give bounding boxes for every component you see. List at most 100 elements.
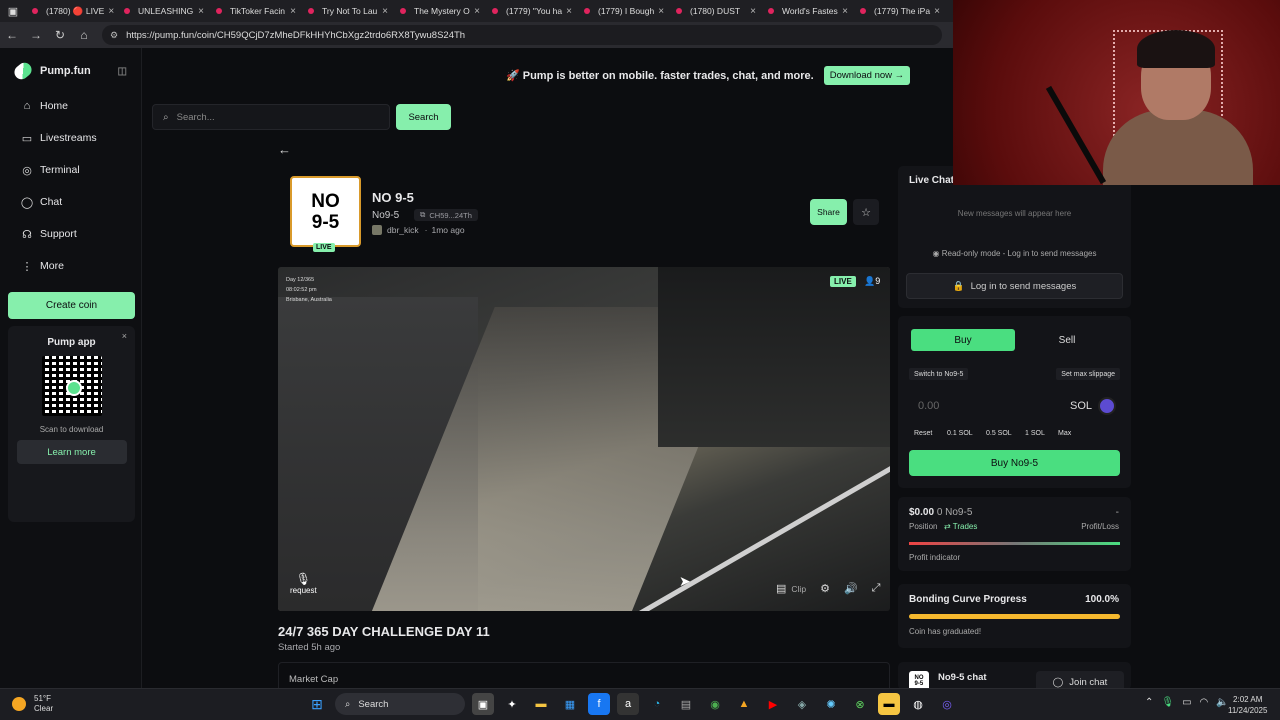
edge-icon[interactable]: ◔ bbox=[646, 693, 668, 715]
amazon-icon[interactable]: a bbox=[617, 693, 639, 715]
chrome-icon[interactable]: ◉ bbox=[704, 693, 726, 715]
sidebar-item-more[interactable]: ⋮ More bbox=[0, 250, 141, 282]
creator-name[interactable]: dbr_kick bbox=[387, 225, 419, 235]
browser-tab[interactable]: Try Not To Lau × bbox=[302, 0, 394, 22]
taskbar-search[interactable]: ⌕ Search bbox=[335, 693, 465, 715]
star-icon[interactable]: ☆ bbox=[853, 199, 879, 225]
position-label: Position bbox=[909, 522, 938, 531]
browser-tab[interactable]: (1780) DUST × bbox=[670, 0, 762, 22]
wifi-icon[interactable]: ◠ bbox=[1200, 697, 1209, 708]
store-icon[interactable]: ▦ bbox=[559, 693, 581, 715]
close-icon[interactable]: × bbox=[470, 6, 480, 17]
file-explorer-icon[interactable]: ▬ bbox=[530, 693, 552, 715]
collapse-sidebar-icon[interactable]: ◫ bbox=[118, 66, 127, 77]
display-icon[interactable]: ▭ bbox=[1182, 697, 1191, 708]
close-icon[interactable]: × bbox=[746, 6, 756, 17]
close-icon[interactable]: × bbox=[930, 6, 940, 17]
volume-icon[interactable]: 🔊 bbox=[844, 582, 858, 595]
preset-0.1-sol[interactable]: 0.1 SOL bbox=[947, 427, 973, 439]
login-to-chat-button[interactable]: 🔒 Log in to send messages bbox=[906, 273, 1123, 299]
back-arrow-icon[interactable]: ← bbox=[278, 142, 291, 157]
app-icon[interactable]: ✺ bbox=[820, 693, 842, 715]
obs-icon[interactable]: ◎ bbox=[936, 693, 958, 715]
request-button[interactable]: 🎙 request bbox=[290, 572, 317, 595]
close-icon[interactable]: × bbox=[286, 6, 296, 17]
window-menu-icon[interactable]: ▣ bbox=[0, 0, 26, 22]
youtube-icon[interactable]: ▶ bbox=[762, 693, 784, 715]
slippage-button[interactable]: Set max slippage bbox=[1056, 368, 1120, 380]
contract-address-copy[interactable]: ⧉ CH59...24Th bbox=[414, 209, 478, 221]
preset-reset[interactable]: Reset bbox=[914, 427, 932, 439]
reload-icon[interactable]: ↻ bbox=[48, 28, 72, 42]
browser-tab[interactable]: The Mystery O × bbox=[394, 0, 486, 22]
sidebar-item-support[interactable]: ☊ Support bbox=[0, 218, 141, 250]
preset-0.5-sol[interactable]: 0.5 SOL bbox=[986, 427, 1012, 439]
taskbar-clock[interactable]: 2:02 AM 11/24/2025 bbox=[1228, 694, 1267, 716]
microphone-icon[interactable]: 🎙 bbox=[1161, 697, 1174, 708]
amount-input[interactable]: 0.00 SOL bbox=[909, 394, 1120, 418]
copilot-icon[interactable]: ✦ bbox=[501, 693, 523, 715]
weather-widget[interactable]: 51°F Clear bbox=[12, 694, 53, 714]
forward-arrow-icon[interactable]: → bbox=[24, 28, 48, 42]
back-arrow-icon[interactable]: ← bbox=[0, 28, 24, 42]
sidebar-item-chat[interactable]: ◯ Chat bbox=[0, 186, 141, 218]
home-icon[interactable]: ⌂ bbox=[72, 28, 96, 42]
close-icon[interactable]: × bbox=[838, 6, 848, 17]
sidebar-item-terminal[interactable]: ◎ Terminal bbox=[0, 154, 141, 186]
user-icon: 👤 bbox=[864, 276, 876, 286]
chevron-up-icon[interactable]: ⌃ bbox=[1145, 697, 1153, 708]
preset-max[interactable]: Max bbox=[1058, 427, 1071, 439]
clip-button[interactable]: Clip bbox=[791, 584, 806, 594]
create-coin-button[interactable]: Create coin bbox=[8, 292, 135, 319]
windows-start-icon[interactable]: ⊞ bbox=[306, 693, 328, 715]
more-icon: ⋮ bbox=[21, 260, 33, 273]
sidebar-item-livestreams[interactable]: ▭ Livestreams bbox=[0, 122, 141, 154]
browser-tab[interactable]: UNLEASHING × bbox=[118, 0, 210, 22]
livestream-video[interactable]: Day 12/365 08:02:52 pm Brisbane, Austral… bbox=[278, 267, 890, 611]
url-input[interactable]: ⚙ https://pump.fun/coin/CH59QCjD7zMheDFkH… bbox=[102, 25, 942, 45]
browser-tab[interactable]: (1779) "You ha × bbox=[486, 0, 578, 22]
brand-logo[interactable]: Pump.fun ◫ bbox=[0, 48, 141, 83]
tab-sell[interactable]: Sell bbox=[1015, 329, 1119, 351]
close-icon[interactable]: × bbox=[194, 6, 204, 17]
close-icon[interactable]: × bbox=[562, 6, 572, 17]
preset-1-sol[interactable]: 1 SOL bbox=[1025, 427, 1045, 439]
vlc-icon[interactable]: ▲ bbox=[733, 693, 755, 715]
sidebar-item-home[interactable]: ⌂ Home bbox=[0, 90, 141, 122]
close-icon[interactable]: × bbox=[122, 331, 127, 341]
fullscreen-icon[interactable]: ⤢ bbox=[872, 582, 881, 595]
browser-tab[interactable]: (1779) I Bough × bbox=[578, 0, 670, 22]
bonding-curve-title: Bonding Curve Progress bbox=[909, 594, 1027, 605]
search-button[interactable]: Search bbox=[396, 104, 451, 130]
calculator-icon[interactable]: ▤ bbox=[675, 693, 697, 715]
close-icon[interactable]: × bbox=[378, 6, 388, 17]
facebook-icon[interactable]: f bbox=[588, 693, 610, 715]
volume-icon[interactable]: 🔈 bbox=[1216, 697, 1228, 708]
site-info-icon[interactable]: ⚙ bbox=[110, 30, 118, 41]
avatar[interactable] bbox=[372, 225, 382, 235]
switch-token-button[interactable]: Switch to No9-5 bbox=[909, 368, 969, 380]
share-button[interactable]: Share bbox=[810, 199, 847, 225]
live-chat-panel: Live Chat New messages will appear here … bbox=[898, 166, 1131, 308]
task-view-icon[interactable]: ▣ bbox=[472, 693, 494, 715]
buy-token-button[interactable]: Buy No9-5 bbox=[909, 450, 1120, 476]
learn-more-button[interactable]: Learn more bbox=[16, 440, 127, 464]
browser-tab[interactable]: (1780) 🔴 LIVE × bbox=[26, 0, 118, 22]
browser-tab[interactable]: TikToker Facin × bbox=[210, 0, 302, 22]
browser-tab[interactable]: World's Fastes × bbox=[762, 0, 854, 22]
close-icon[interactable]: × bbox=[654, 6, 664, 17]
search-input[interactable]: ⌕ Search... bbox=[152, 104, 390, 130]
trades-link[interactable]: ⇄ Trades bbox=[944, 522, 977, 531]
close-icon[interactable]: × bbox=[104, 6, 114, 17]
settings-icon[interactable]: ⚙ bbox=[820, 582, 830, 595]
copy-icon: ⧉ bbox=[420, 210, 426, 219]
download-now-button[interactable]: Download now → bbox=[823, 65, 911, 85]
system-tray: ⌃ 🎙 ▭ ◠ 🔈 bbox=[1145, 697, 1237, 708]
clip-icon[interactable]: ▤ bbox=[776, 582, 786, 595]
steam-icon[interactable]: ◈ bbox=[791, 693, 813, 715]
browser-tab[interactable]: (1779) The iPa × bbox=[854, 0, 946, 22]
sticky-notes-icon[interactable]: ▬ bbox=[878, 693, 900, 715]
xbox-icon[interactable]: ⊗ bbox=[849, 693, 871, 715]
tab-buy[interactable]: Buy bbox=[911, 329, 1015, 351]
recording-icon[interactable]: ◍ bbox=[907, 693, 929, 715]
